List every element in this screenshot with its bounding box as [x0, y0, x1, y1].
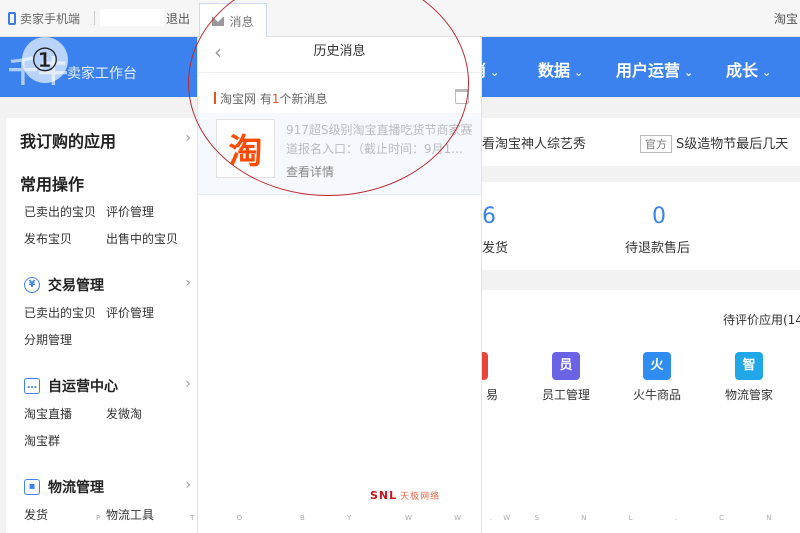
taobao-link[interactable]: 淘宝 — [774, 10, 798, 27]
sidebar-link-taobao-group[interactable]: 淘宝群 — [24, 432, 60, 449]
messages-tab-label: 消息 — [229, 14, 254, 29]
message-history-panel: ‹ 历史消息 淘宝网 有1个新消息 淘 917超S级别淘宝直播吃货节商家赛道报名… — [197, 37, 482, 533]
seller-workbench-label: 卖家工作台 — [67, 66, 137, 82]
chevron-right-icon[interactable]: › — [185, 275, 191, 291]
stat-value-refunds[interactable]: 0 — [652, 204, 666, 229]
chat-icon: … — [24, 378, 40, 394]
taobao-logo: 淘 — [216, 119, 275, 178]
sidebar-link-reviews-2[interactable]: 评价管理 — [106, 304, 154, 321]
common-actions-title: 常用操作 — [20, 175, 85, 194]
message-card[interactable]: 淘 917超S级别淘宝直播吃货节商家赛道报名入口：（截止时间：9月1... 查看… — [198, 113, 481, 195]
logout-link[interactable]: 退出 — [166, 10, 190, 27]
stat-label-refunds: 待退款售后 — [625, 241, 691, 256]
top-bar: 卖家手机端 退出 消息 淘宝 — [0, 0, 800, 38]
app-huoniu-goods[interactable]: 火 火牛商品 — [622, 352, 692, 403]
sidebar-link-installments[interactable]: 分期管理 — [24, 331, 72, 348]
chevron-right-icon[interactable]: › — [185, 130, 191, 146]
sidebar-link-reviews[interactable]: 评价管理 — [106, 203, 154, 220]
panel-header: ‹ 历史消息 — [198, 37, 481, 73]
message-preview-text: 917超S级别淘宝直播吃货节商家赛道报名入口：（截止时间：9月1... — [286, 123, 473, 156]
envelope-icon — [212, 16, 225, 26]
staff-icon: 员 — [552, 352, 580, 380]
pending-review-apps-label[interactable]: 待评价应用(14 — [723, 311, 800, 328]
phone-icon — [8, 12, 16, 25]
view-details-link[interactable]: 查看详情 — [286, 163, 334, 180]
stat-value-to-ship[interactable]: 6 — [482, 204, 496, 229]
watermark-text: P O T O — [96, 514, 263, 522]
sidebar-link-sold-items[interactable]: 已卖出的宝贝 — [24, 203, 96, 220]
nav-item-user-ops[interactable]: 用户运营 ⌄ — [616, 57, 693, 81]
new-message-count: 1 — [271, 92, 280, 106]
stat-label-to-ship: 发货 — [482, 241, 509, 256]
chevron-down-icon: ⌄ — [490, 66, 500, 79]
back-arrow-icon[interactable]: ‹ — [214, 37, 222, 67]
message-source-row: 淘宝网 有1个新消息 — [214, 90, 328, 107]
app-logistics-steward[interactable]: 智 物流管家 — [714, 352, 784, 403]
watermark-text: B Y — [300, 514, 372, 522]
sidebar-link-publish[interactable]: 发布宝贝 — [24, 230, 72, 247]
chevron-right-icon[interactable]: › — [185, 477, 191, 493]
grid-icon: 火 — [643, 352, 671, 380]
masked-username — [100, 9, 164, 26]
nav-item-growth[interactable]: 成长 ⌄ — [726, 57, 771, 81]
stats-panel: 6 发货 0 待退款售后 — [482, 182, 800, 270]
promo-link-2[interactable]: 官方 S级造物节最后几天 — [640, 133, 788, 153]
sidebar-link-weitao[interactable]: 发微淘 — [106, 405, 142, 422]
sidebar-link-on-sale[interactable]: 出售中的宝贝 — [106, 230, 178, 247]
sidebar-link-sold-items-2[interactable]: 已卖出的宝贝 — [24, 304, 96, 321]
chevron-down-icon: ⌄ — [684, 66, 694, 79]
messages-tab[interactable]: 消息 — [199, 3, 267, 38]
apps-panel: 待评价应用(14 易 员 员工管理 火 火牛商品 智 物流管家 — [482, 290, 800, 533]
chevron-right-icon[interactable]: › — [185, 376, 191, 392]
app-staff-management[interactable]: 员 员工管理 — [531, 352, 601, 403]
annotation-number-badge: ① — [22, 37, 68, 83]
top-bar-divider — [94, 11, 95, 25]
promo-link-1[interactable]: 看淘宝神人综艺秀 — [482, 133, 586, 152]
mobile-seller-link[interactable]: 卖家手机端 — [8, 10, 80, 27]
group-self-operation[interactable]: … 自运营中心 — [24, 376, 118, 396]
subscribed-apps-title[interactable]: 我订购的应用 — [20, 128, 116, 152]
sidebar-link-ship[interactable]: 发货 — [24, 506, 48, 523]
group-logistics[interactable]: ▪ 物流管理 — [24, 477, 104, 497]
yen-icon: ¥ — [24, 277, 40, 293]
snl-watermark-logo: SNL 天极网络 — [370, 489, 441, 502]
truck-icon: ▪ — [24, 479, 40, 495]
mobile-seller-label: 卖家手机端 — [20, 12, 81, 26]
watermark-text: . S N L . C N — [490, 514, 792, 522]
nav-item-data[interactable]: 数据 ⌄ — [538, 57, 583, 81]
chevron-down-icon: ⌄ — [574, 66, 584, 79]
promo-bar: 看淘宝神人综艺秀 官方 S级造物节最后几天 — [482, 118, 800, 166]
sidebar-link-live[interactable]: 淘宝直播 — [24, 405, 72, 422]
smart-icon: 智 — [735, 352, 763, 380]
official-tag: 官方 — [640, 135, 672, 153]
source-accent-bar — [214, 92, 216, 104]
app-trade-icon — [482, 352, 488, 380]
sidebar: 我订购的应用 › 常用操作 已卖出的宝贝 评价管理 发布宝贝 出售中的宝贝 ¥ … — [6, 118, 197, 533]
chevron-down-icon: ⌄ — [762, 66, 772, 79]
group-trade-management[interactable]: ¥ 交易管理 — [24, 275, 104, 295]
panel-title: 历史消息 — [313, 44, 366, 59]
trash-icon[interactable] — [455, 89, 469, 104]
